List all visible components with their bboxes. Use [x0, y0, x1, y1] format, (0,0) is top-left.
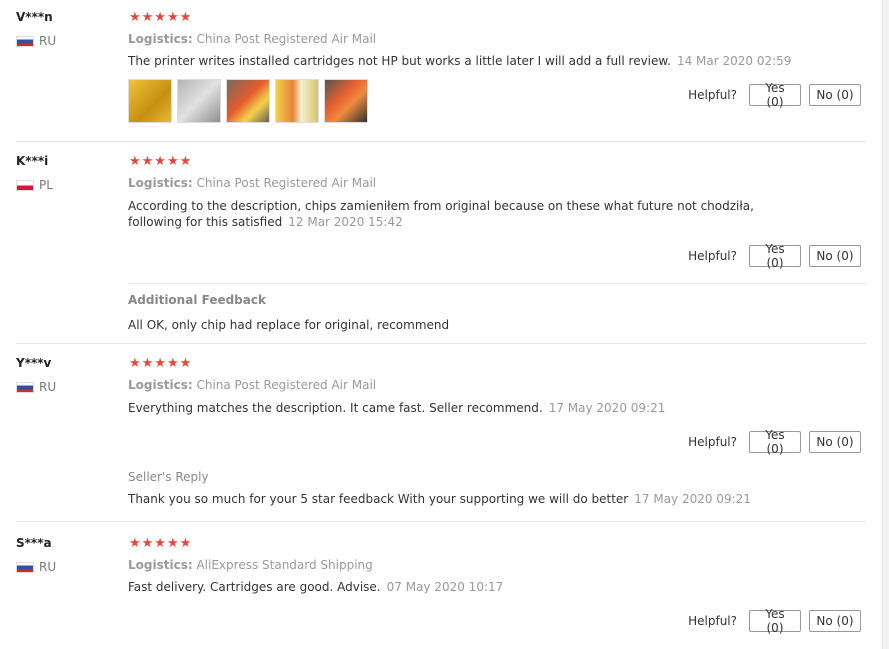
reviewer-country: RU [16, 560, 56, 574]
reviewer-name: Y***v [16, 356, 52, 370]
helpful-label: Helpful? [688, 249, 737, 263]
review-photo-thumbnail[interactable] [226, 79, 270, 123]
reviewer-name: V***n [16, 10, 53, 24]
helpful-label: Helpful? [688, 88, 737, 102]
reviewer-name: S***a [16, 536, 52, 550]
reviewer-country: RU [16, 34, 56, 48]
country-code: PL [39, 178, 53, 192]
section-divider [128, 283, 866, 284]
review-text: Fast delivery. Cartridges are good. Advi… [128, 580, 381, 594]
helpful-yes-button[interactable]: Yes (0) [749, 428, 801, 456]
country-code: RU [39, 34, 57, 48]
helpful-yes-button[interactable]: Yes (0) [749, 81, 801, 109]
review-text: The printer writes installed cartridges … [128, 54, 671, 68]
review-date: 14 Mar 2020 02:59 [676, 54, 792, 68]
helpful-no-button[interactable]: No (0) [809, 245, 861, 267]
logistics-info: Logistics: China Post Registered Air Mai… [128, 176, 376, 190]
reviewer-country: RU [16, 380, 56, 394]
helpful-label: Helpful? [688, 614, 737, 628]
russia-flag-icon [16, 561, 34, 573]
star-rating: ★★★★★ [129, 356, 193, 371]
helpful-vote: Helpful? Yes (0) No (0) [688, 242, 861, 270]
seller-reply-date: 17 May 2020 09:21 [634, 492, 751, 506]
star-rating: ★★★★★ [129, 10, 193, 25]
review-photo-thumbnail[interactable] [128, 79, 172, 123]
logistics-info: Logistics: China Post Registered Air Mai… [128, 32, 376, 46]
additional-feedback-label: Additional Feedback [128, 293, 266, 307]
country-code: RU [39, 560, 57, 574]
review-text-block: Fast delivery. Cartridges are good. Advi… [128, 579, 768, 595]
review-date: 07 May 2020 10:17 [386, 580, 504, 594]
review-divider [16, 343, 866, 344]
star-rating: ★★★★★ [129, 536, 193, 551]
review-text-block: Everything matches the description. It c… [128, 400, 768, 416]
scrollbar[interactable] [882, 0, 889, 649]
review-text-block: According to the description, chips zami… [128, 198, 768, 230]
review-text-block: The printer writes installed cartridges … [128, 53, 828, 69]
logistics-label: Logistics: [128, 378, 193, 392]
review-text: Everything matches the description. It c… [128, 401, 543, 415]
additional-feedback-text: All OK, only chip had replace for origin… [128, 318, 450, 332]
helpful-no-button[interactable]: No (0) [809, 610, 861, 632]
helpful-no-button[interactable]: No (0) [809, 84, 861, 106]
review-photos [128, 79, 373, 123]
review-photo-thumbnail[interactable] [275, 79, 319, 123]
reviewer-name: K***i [16, 154, 49, 168]
helpful-vote: Helpful? Yes (0) No (0) [688, 428, 861, 456]
helpful-yes-button[interactable]: Yes (0) [749, 607, 801, 635]
review-photo-thumbnail[interactable] [177, 79, 221, 123]
logistics-label: Logistics: [128, 32, 193, 46]
review-photo-thumbnail[interactable] [324, 79, 368, 123]
logistics-info: Logistics: China Post Registered Air Mai… [128, 378, 376, 392]
review-text: According to the description, chips zami… [128, 199, 754, 229]
helpful-vote: Helpful? Yes (0) No (0) [688, 81, 861, 109]
logistics-value: China Post Registered Air Mail [196, 32, 377, 46]
helpful-label: Helpful? [688, 435, 737, 449]
logistics-label: Logistics: [128, 558, 193, 572]
poland-flag-icon [16, 179, 34, 191]
review-divider [16, 141, 866, 142]
seller-reply-block: Thank you so much for your 5 star feedba… [128, 492, 751, 506]
seller-reply-label: Seller's Reply [128, 470, 209, 484]
review-divider [16, 521, 866, 522]
russia-flag-icon [16, 35, 34, 47]
star-rating: ★★★★★ [129, 154, 193, 169]
helpful-yes-button[interactable]: Yes (0) [749, 242, 801, 270]
reviewer-country: PL [16, 178, 53, 192]
seller-reply-text: Thank you so much for your 5 star feedba… [128, 492, 629, 506]
helpful-vote: Helpful? Yes (0) No (0) [688, 607, 861, 635]
logistics-value: AliExpress Standard Shipping [196, 558, 373, 572]
logistics-label: Logistics: [128, 176, 193, 190]
helpful-no-button[interactable]: No (0) [809, 431, 861, 453]
review-date: 17 May 2020 09:21 [548, 401, 666, 415]
country-code: RU [39, 380, 57, 394]
review-date: 12 Mar 2020 15:42 [288, 215, 403, 229]
logistics-value: China Post Registered Air Mail [196, 378, 377, 392]
russia-flag-icon [16, 381, 34, 393]
logistics-info: Logistics: AliExpress Standard Shipping [128, 558, 373, 572]
logistics-value: China Post Registered Air Mail [196, 176, 377, 190]
